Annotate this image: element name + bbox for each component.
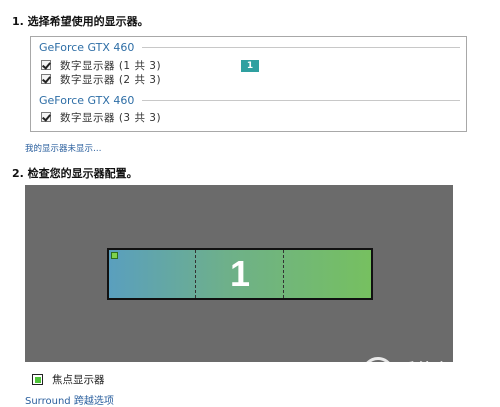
surround-options-link[interactable]: Surround 跨越选项: [25, 392, 114, 407]
gpu-name: GeForce GTX 460: [39, 40, 135, 54]
display-label: 数字显示器 (3 共 3): [60, 111, 162, 124]
step2-title: 2. 检查您的显示器配置。: [12, 167, 138, 180]
step1-title: 1. 选择希望使用的显示器。: [12, 15, 149, 28]
group-divider: [142, 99, 460, 101]
display-not-shown-link[interactable]: 我的显示器未显示…: [25, 142, 102, 154]
watermark-title: 系统之家: [400, 360, 469, 379]
display-row-3[interactable]: 数字显示器 (3 共 3): [41, 110, 161, 124]
gpu-group-header: GeForce GTX 460: [39, 93, 460, 107]
legend-label: 焦点显示器: [52, 374, 105, 386]
site-watermark-logo: 系统之家 XITONGZHIJIA.NET: [362, 350, 494, 396]
focus-display-icon: [32, 374, 43, 385]
display-row-2[interactable]: 数字显示器 (2 共 3): [41, 72, 161, 86]
display-number-badge: 1: [241, 60, 259, 72]
display-2-checkbox[interactable]: [41, 74, 51, 84]
display-label: 数字显示器 (2 共 3): [60, 73, 162, 86]
monitor-span[interactable]: 1: [107, 248, 373, 300]
watermark-subtitle: XITONGZHIJIA.NET: [400, 380, 491, 390]
display-configuration-canvas: 1: [25, 185, 453, 362]
focus-display-legend: 焦点显示器: [32, 372, 105, 387]
watermark-logo-icon: [362, 357, 394, 389]
display-selection-panel: GeForce GTX 460 数字显示器 (1 共 3) 1 数字显示器 (2…: [30, 36, 467, 132]
display-3-checkbox[interactable]: [41, 112, 51, 122]
display-row-1[interactable]: 数字显示器 (1 共 3): [41, 58, 161, 72]
gpu-group-header: GeForce GTX 460: [39, 40, 460, 54]
group-divider: [142, 46, 460, 48]
monitor-number: 1: [229, 253, 251, 294]
display-1-checkbox[interactable]: [41, 60, 51, 70]
gpu-name: GeForce GTX 460: [39, 93, 135, 107]
display-label: 数字显示器 (1 共 3): [60, 59, 162, 72]
